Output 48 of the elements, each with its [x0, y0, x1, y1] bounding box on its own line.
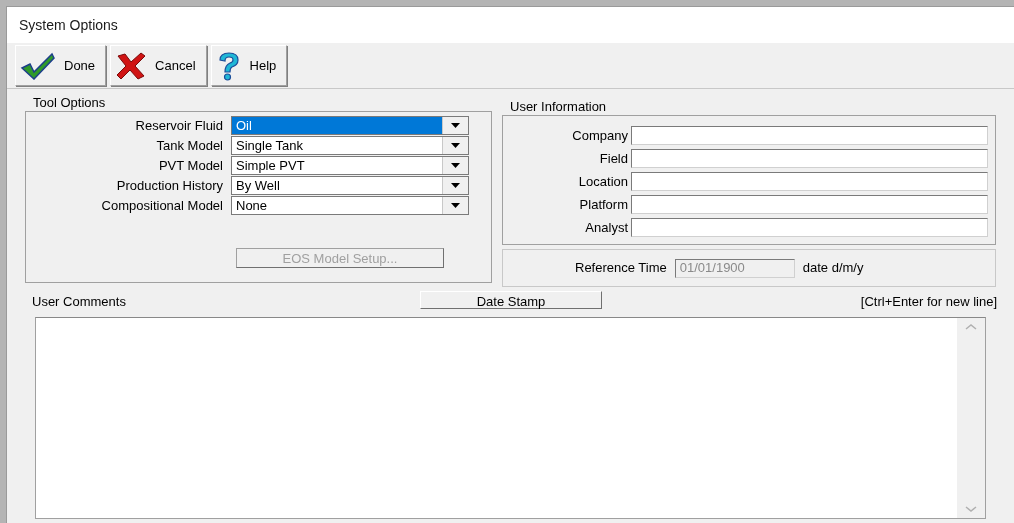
- dropdown-value: By Well: [235, 177, 281, 194]
- field-label: Production History: [115, 176, 224, 195]
- checkmark-icon: [20, 51, 56, 80]
- field-label: Reference Time: [575, 259, 667, 278]
- text-field[interactable]: [631, 195, 988, 214]
- dropdown[interactable]: None: [231, 196, 469, 215]
- toolbar-button[interactable]: Cancel: [110, 45, 207, 86]
- dropdown[interactable]: Oil: [231, 116, 469, 135]
- field-label: PVT Model: [157, 156, 224, 175]
- caret-icon: [451, 163, 460, 168]
- text-field[interactable]: [631, 218, 988, 237]
- text-field[interactable]: [631, 172, 988, 191]
- text-field[interactable]: [631, 149, 988, 168]
- dropdown-button[interactable]: [442, 157, 468, 174]
- caret-icon: [451, 183, 460, 188]
- field-label: Location: [577, 172, 629, 191]
- dropdown-button[interactable]: [442, 197, 468, 214]
- date-stamp-button[interactable]: Date Stamp: [420, 291, 602, 309]
- dropdown[interactable]: Simple PVT: [231, 156, 469, 175]
- toolbar-button[interactable]: Help: [210, 45, 288, 86]
- toolbar-button[interactable]: Done: [15, 45, 107, 86]
- dropdown[interactable]: Single Tank: [231, 136, 469, 155]
- caret-icon: [451, 123, 460, 128]
- field-label: Company: [571, 126, 629, 145]
- dropdown-button[interactable]: [442, 137, 468, 154]
- window-title: System Options: [19, 15, 118, 35]
- group-title: Tool Options: [33, 95, 107, 111]
- caret-icon: [451, 203, 460, 208]
- dropdown-button[interactable]: [442, 177, 468, 194]
- hint-text: [Ctrl+Enter for new line]: [860, 292, 997, 311]
- dropdown-value: Single Tank: [235, 137, 304, 154]
- dropdown-value: Oil: [232, 117, 442, 134]
- dropdown[interactable]: By Well: [231, 176, 469, 195]
- cross-icon: [115, 51, 148, 80]
- field-label: Reservoir Fluid: [134, 116, 224, 135]
- field-label: Field: [598, 149, 629, 168]
- group-title: User Comments: [32, 292, 127, 311]
- field-label: Analyst: [584, 218, 629, 237]
- field-label: Compositional Model: [100, 196, 224, 215]
- caret-icon: [451, 143, 460, 148]
- unit-label: date d/m/y: [802, 259, 864, 278]
- dropdown-value: Simple PVT: [235, 157, 306, 174]
- field-label: Platform: [578, 195, 629, 214]
- dropdown-button[interactable]: [442, 117, 468, 134]
- dropdown-value: None: [235, 197, 269, 214]
- text-field[interactable]: [631, 126, 988, 145]
- group-title: User Information: [510, 99, 608, 115]
- field-label: Tank Model: [155, 136, 224, 155]
